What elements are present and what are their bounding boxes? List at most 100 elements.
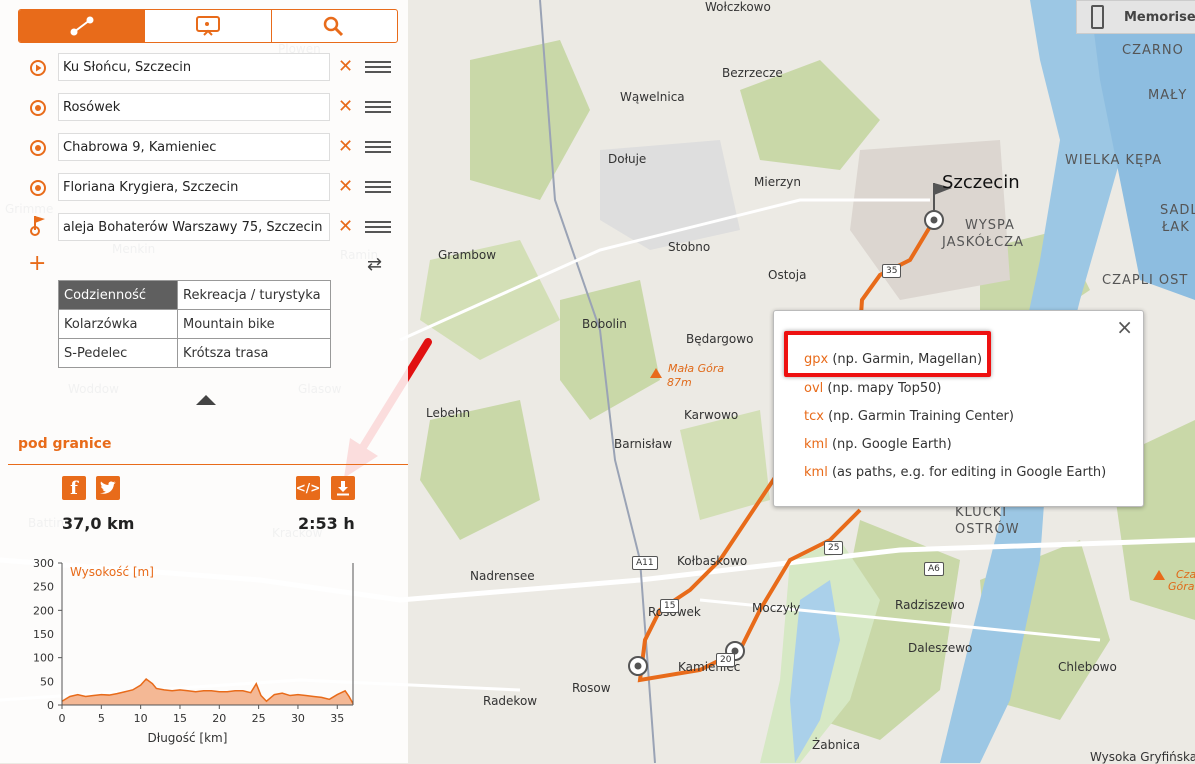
x-tick-label: 35 (330, 712, 344, 725)
facebook-share-button[interactable]: f (62, 476, 86, 500)
map-place-label: Dołuje (608, 152, 647, 166)
road-shield: 25 (824, 541, 844, 555)
map-place-label: Wołczkowo (705, 0, 771, 14)
map-place-label: KLUCKI (955, 505, 1008, 520)
road-shield: A11 (632, 556, 658, 570)
map-place-label: CZAPLI OST (1102, 273, 1189, 288)
export-format-popup: × gpx (np. Garmin, Magellan) ovl (np. ma… (773, 310, 1144, 507)
map-share-icon (195, 16, 220, 36)
route-duration: 2:53 h (298, 514, 355, 533)
drag-handle-icon[interactable] (365, 221, 391, 233)
remove-waypoint-icon[interactable]: ✕ (338, 177, 353, 197)
y-tick-label: 150 (33, 628, 54, 641)
waypoint-row-2: Rosówek ✕ (25, 93, 395, 123)
remove-waypoint-icon[interactable]: ✕ (338, 97, 353, 117)
profile-option-recreation[interactable]: Rekreacja / turystyka (177, 280, 331, 310)
twitter-icon (100, 480, 116, 494)
format-ext[interactable]: gpx (804, 352, 828, 367)
drag-handle-icon[interactable] (365, 141, 391, 153)
remove-waypoint-icon[interactable]: ✕ (338, 137, 353, 157)
profile-option-mtb[interactable]: Mountain bike (177, 309, 331, 339)
format-ext[interactable]: kml (804, 465, 828, 480)
map-place-label: Karwowo (684, 408, 739, 422)
drag-handle-icon[interactable] (365, 61, 391, 73)
map-place-label: Kołbaskowo (677, 554, 748, 568)
reverse-route-icon[interactable]: ⇄ (367, 254, 382, 275)
road-shield: 35 (882, 264, 902, 278)
map-place-label: Grambow (438, 248, 497, 262)
y-tick-label: 100 (33, 652, 54, 665)
add-waypoint-button[interactable]: + (28, 253, 46, 275)
elevation-area (62, 678, 353, 705)
waypoint-input-start[interactable]: Ku Słońcu, Szczecin (58, 53, 330, 81)
search-icon (324, 16, 344, 37)
map-place-label: Ostoja (768, 268, 807, 282)
map-place-label: Góra (1168, 580, 1195, 593)
road-shield: 15 (660, 599, 680, 613)
format-option-tcx[interactable]: tcx (np. Garmin Training Center) (804, 409, 1014, 424)
map-place-label: JASKÓŁCZA (942, 235, 1024, 250)
profile-option-shorter[interactable]: Krótsza trasa (177, 338, 331, 368)
tab-search[interactable] (270, 10, 397, 42)
embed-button[interactable]: </> (296, 476, 320, 500)
map-place-label: CZARNO (1122, 43, 1184, 58)
map-place-label: SADLIN (1160, 203, 1195, 218)
profile-option-everyday[interactable]: Codzienność (58, 280, 178, 310)
download-icon (337, 481, 349, 496)
twitter-share-button[interactable] (96, 476, 120, 500)
format-option-ovl[interactable]: ovl (np. mapy Top50) (804, 381, 942, 396)
map-place-label: Daleszewo (908, 641, 973, 655)
tab-route[interactable] (19, 10, 145, 42)
elevation-chart: 0 50 100 150 200 250 300 0 5 10 15 20 25 30 35 Wysokość… (33, 557, 354, 745)
map-place-label: Rosow (572, 681, 611, 695)
drag-handle-icon[interactable] (365, 101, 391, 113)
waypoint-input-finish[interactable]: aleja Bohaterów Warszawy 75, Szczecin (58, 213, 330, 241)
y-tick-label: 0 (47, 699, 54, 712)
download-button[interactable] (331, 476, 355, 500)
chart-title: Wysokość [m] (70, 565, 154, 579)
collapse-up-icon[interactable] (196, 395, 216, 405)
map-place-label: Stobno (668, 240, 711, 254)
mode-tabs (18, 9, 398, 43)
y-tick-label: 50 (40, 675, 54, 688)
format-ext[interactable]: tcx (804, 409, 824, 424)
waypoint-input-3[interactable]: Chabrowa 9, Kamieniec (58, 133, 330, 161)
format-option-gpx[interactable]: gpx (np. Garmin, Magellan) (804, 352, 982, 367)
waypoint-icon (30, 100, 46, 116)
waypoint-input-4[interactable]: Floriana Krygiera, Szczecin (58, 173, 330, 201)
close-icon[interactable]: × (1116, 315, 1133, 339)
memorise-button[interactable]: Memorise (1076, 0, 1195, 34)
format-option-kml[interactable]: kml (np. Google Earth) (804, 437, 952, 452)
map-place-label: WYSPA (965, 218, 1015, 233)
facebook-icon: f (70, 477, 78, 499)
drag-handle-icon[interactable] (365, 181, 391, 193)
format-ext[interactable]: ovl (804, 381, 823, 396)
map-place-label: Chlebowo (1058, 660, 1117, 674)
x-tick-label: 30 (291, 712, 305, 725)
map-place-label: Moczyły (752, 601, 801, 615)
waypoint-row-4: Floriana Krygiera, Szczecin ✕ (25, 173, 395, 203)
route-sidebar: Ku Słońcu, Szczecin ✕ Rosówek ✕ Chabrowa… (0, 0, 408, 763)
embed-icon: </> (295, 481, 321, 495)
map-place-label: Żabnica (812, 738, 861, 752)
road-shield: A6 (924, 562, 944, 576)
x-tick-label: 15 (173, 712, 187, 725)
route-title: pod granice (18, 436, 112, 452)
map-place-label: Bobolin (582, 317, 627, 331)
map-place-label: Nadrensee (470, 569, 535, 583)
tab-map-share[interactable] (144, 10, 270, 42)
format-option-kml-paths[interactable]: kml (as paths, e.g. for editing in Googl… (804, 465, 1106, 480)
remove-waypoint-icon[interactable]: ✕ (338, 57, 353, 77)
x-axis-label: Długość [km] (148, 731, 228, 745)
remove-waypoint-icon[interactable]: ✕ (338, 217, 353, 237)
map-place-label: Mierzyn (754, 175, 802, 189)
profile-table: Codzienność Rekreacja / turystyka Kolarz… (58, 280, 331, 368)
y-tick-label: 300 (33, 557, 54, 570)
profile-option-roadbike[interactable]: Kolarzówka (58, 309, 178, 339)
x-tick-label: 0 (59, 712, 66, 725)
waypoint-input-2[interactable]: Rosówek (58, 93, 330, 121)
waypoint-row-3: Chabrowa 9, Kamieniec ✕ (25, 133, 395, 163)
format-ext[interactable]: kml (804, 437, 828, 452)
map-place-label: Radekow (483, 694, 538, 708)
profile-option-spedelec[interactable]: S-Pedelec (58, 338, 178, 368)
